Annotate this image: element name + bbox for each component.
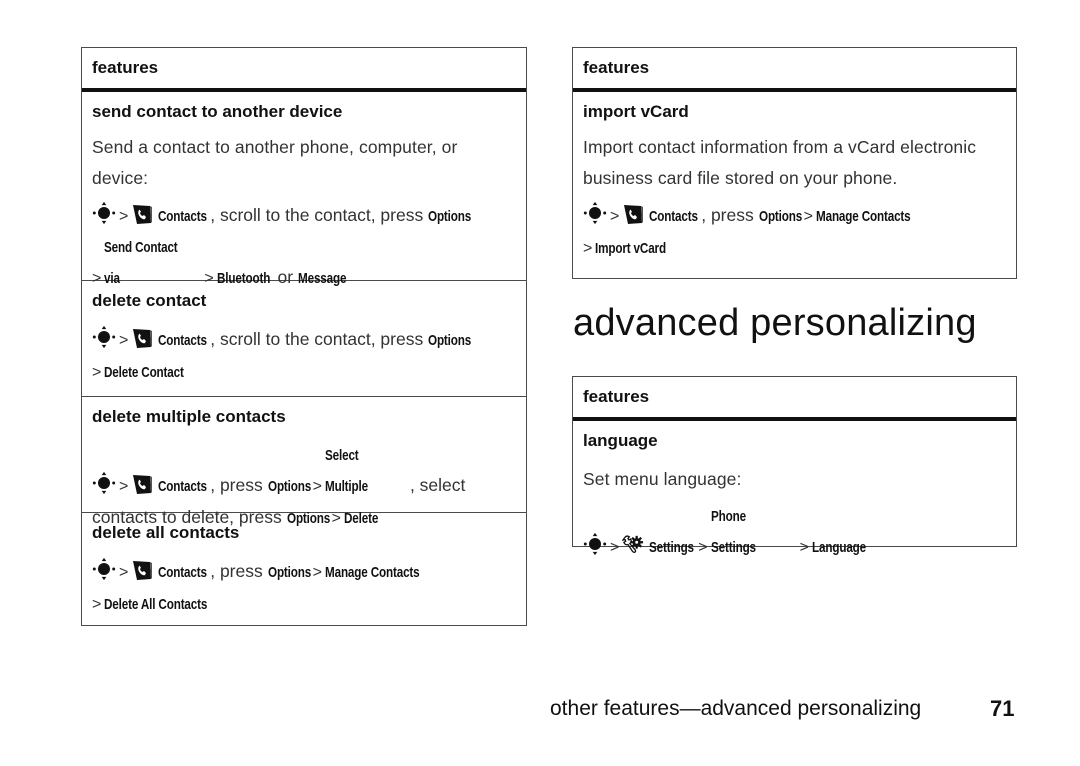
path-text: or	[272, 267, 298, 287]
feature-row-delete-multiple: delete multiple contacts > Contacts, pre…	[82, 396, 526, 527]
feature-title: import vCard	[583, 102, 689, 121]
path-text: , press	[210, 475, 268, 495]
menu-item-options: Options	[286, 510, 330, 527]
menu-item-select-multiple: Select Multiple	[324, 447, 368, 495]
feature-row-send-contact: send contact to another device Send a co…	[82, 92, 526, 287]
feature-row-delete-contact: delete contact > Contacts, scroll to the…	[82, 280, 526, 396]
path-text: , select	[409, 475, 466, 495]
menu-item-manage-contacts: Manage Contacts	[815, 208, 911, 225]
path-separator: >	[119, 564, 129, 581]
nav-key-icon	[583, 201, 607, 225]
feature-title: send contact to another device	[92, 102, 343, 121]
path-text: , scroll to the contact, press	[210, 205, 429, 225]
table-header: features	[573, 377, 1016, 421]
features-table-contacts: features send contact to another device …	[81, 47, 527, 626]
path-separator: >	[803, 208, 813, 225]
features-table-import: features import vCard Import contact inf…	[572, 47, 1017, 279]
path-separator: >	[119, 208, 129, 225]
feature-row-language: language Set menu language: > Settings >P…	[573, 421, 1016, 563]
menu-item-phone-settings: Phone Settings	[710, 508, 756, 556]
nav-key-icon	[92, 471, 116, 495]
menu-item-settings: Settings	[649, 539, 695, 556]
menu-item-options: Options	[267, 478, 311, 495]
feature-row-import-vcard: import vCard Import contact information …	[573, 92, 1016, 264]
feature-description: Import contact information from a vCard …	[583, 137, 977, 188]
menu-item-contacts: Contacts	[158, 208, 208, 225]
path-separator: >	[610, 539, 620, 556]
contacts-icon	[131, 203, 153, 225]
path-separator: >	[119, 478, 129, 495]
menu-item-language: Language	[811, 539, 866, 556]
menu-item-options: Options	[428, 208, 472, 225]
path-text: , press	[701, 205, 759, 225]
menu-item-delete: Delete	[343, 510, 379, 527]
section-heading: advanced personalizing	[573, 302, 977, 344]
menu-item-contacts: Contacts	[649, 208, 699, 225]
path-separator: >	[92, 596, 102, 613]
nav-key-icon	[583, 532, 607, 556]
path-separator: >	[92, 270, 102, 287]
menu-item-options: Options	[267, 564, 311, 581]
path-separator: >	[119, 332, 129, 349]
features-table-language: features language Set menu language: > S…	[572, 376, 1017, 556]
settings-icon	[622, 534, 644, 556]
path-separator: >	[92, 364, 102, 381]
path-separator: >	[312, 478, 322, 495]
menu-path: > Contacts, press Options > Manage Contact…	[92, 556, 516, 620]
path-separator: >	[610, 208, 620, 225]
nav-key-icon	[92, 325, 116, 349]
contacts-icon	[131, 327, 153, 349]
path-separator: >	[312, 564, 322, 581]
running-footer: other features—advanced personalizing	[550, 697, 922, 720]
menu-item-delete-all-contacts: Delete All Contacts	[104, 596, 208, 613]
menu-item-options: Options	[758, 208, 802, 225]
menu-item-bluetooth: Bluetooth	[216, 270, 270, 287]
feature-title: delete multiple contacts	[92, 407, 286, 426]
menu-item-import-vcard: Import vCard	[595, 240, 667, 257]
feature-description: Send a contact to another phone, compute…	[92, 137, 458, 188]
menu-path: > Contacts, scroll to the contact, press…	[92, 324, 516, 388]
contacts-icon	[131, 559, 153, 581]
path-separator: >	[799, 539, 809, 556]
contacts-icon	[131, 473, 153, 495]
menu-path: > Settings >Phone Settings > Language	[583, 501, 1006, 563]
table-header: features	[573, 48, 1016, 92]
menu-path: > Contacts, press Options > Manage Contact…	[583, 200, 1006, 264]
menu-item-contacts: Contacts	[158, 478, 208, 495]
path-separator: >	[204, 270, 214, 287]
path-separator: >	[698, 539, 708, 556]
table-header: features	[82, 48, 526, 92]
feature-title: language	[583, 431, 658, 450]
path-separator: >	[583, 240, 593, 257]
nav-key-icon	[92, 201, 116, 225]
path-text: , scroll to the contact, press	[210, 329, 429, 349]
menu-item-message: Message	[297, 270, 347, 287]
menu-item-options: Options	[428, 332, 472, 349]
menu-item-contacts: Contacts	[158, 564, 208, 581]
menu-item-manage-contacts: Manage Contacts	[324, 564, 420, 581]
contacts-icon	[622, 203, 644, 225]
menu-item-delete-contact: Delete Contact	[104, 364, 185, 381]
menu-item-contacts: Contacts	[158, 332, 208, 349]
path-separator: >	[331, 510, 341, 527]
page-number: 71	[990, 696, 1015, 721]
feature-description: Set menu language:	[583, 469, 742, 489]
menu-item-send-contact-via: Send Contact via	[104, 239, 178, 287]
path-text: , press	[210, 561, 268, 581]
nav-key-icon	[92, 557, 116, 581]
